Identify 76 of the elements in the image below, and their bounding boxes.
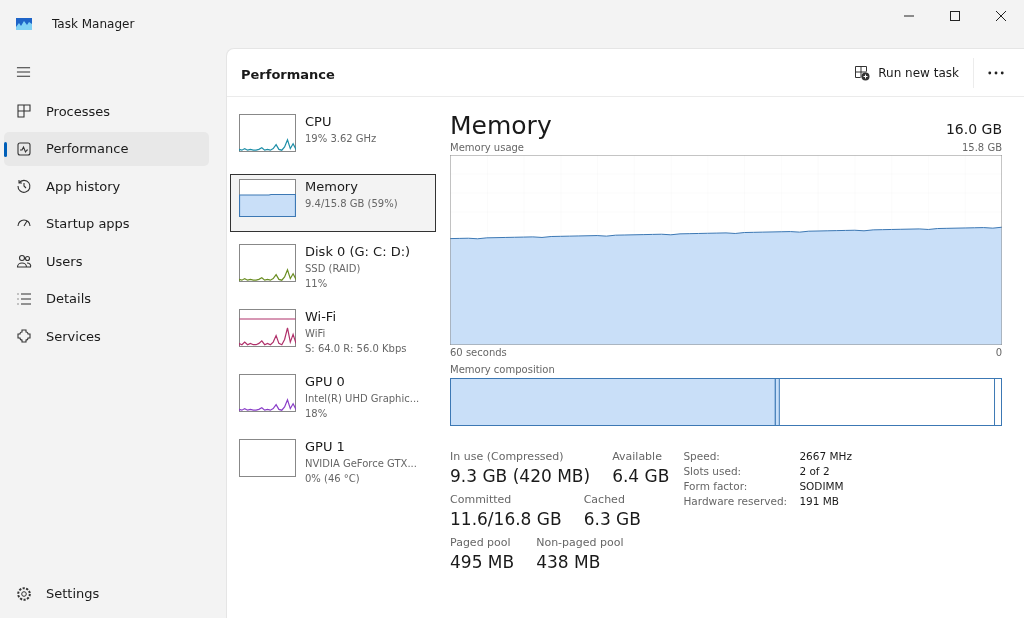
- sparkline-graph: [239, 309, 296, 347]
- stat-label: In use (Compressed): [450, 450, 565, 463]
- sparkline-graph: [239, 114, 296, 152]
- property-value: SODIMM: [799, 480, 845, 492]
- property-value: 2 of 2: [799, 465, 831, 477]
- device-stat: 18%: [305, 407, 328, 421]
- sparkline-graph: [239, 374, 296, 412]
- time-axis-end: 0: [995, 347, 1002, 358]
- property-value: 191 MB: [799, 495, 841, 507]
- menu-icon[interactable]: [16, 66, 31, 78]
- more-icon: [988, 70, 1004, 75]
- device-stat: WiFi: [305, 327, 326, 341]
- app-icon: [16, 18, 32, 30]
- device-name: Disk 0 (G: C: D:): [305, 243, 412, 261]
- device-name: GPU 1: [305, 438, 346, 456]
- chart-label: Memory composition: [450, 364, 555, 375]
- device-tile[interactable]: GPU 0 Intel(R) UHD Graphic... 18%: [230, 369, 436, 427]
- device-tile[interactable]: CPU 19% 3.62 GHz: [230, 109, 436, 167]
- stat-value: 6.3 GB: [583, 508, 641, 531]
- run-new-task-button[interactable]: Run new task: [848, 60, 965, 85]
- nav-item[interactable]: Users: [4, 244, 209, 278]
- nav-item[interactable]: Services: [4, 319, 209, 353]
- window-title: Task Manager: [52, 17, 135, 31]
- device-stat: S: 64.0 R: 56.0 Kbps: [305, 342, 407, 356]
- nav-item[interactable]: Startup apps: [4, 206, 209, 241]
- nav-item[interactable]: Performance: [4, 131, 209, 166]
- property-value: 2667 MHz: [799, 450, 852, 462]
- device-tile[interactable]: Disk 0 (G: C: D:) SSD (RAID) 11%: [230, 239, 436, 297]
- sparkline-graph: [239, 179, 296, 217]
- settings-icon: [16, 585, 32, 602]
- device-tile[interactable]: Wi-Fi WiFi S: 64.0 R: 56.0 Kbps: [230, 304, 436, 362]
- nav-item[interactable]: App history: [4, 169, 209, 203]
- stat-label: Committed: [450, 493, 513, 506]
- sparkline-graph: [239, 439, 296, 477]
- stat-label: Non-paged pool: [536, 536, 624, 549]
- device-stat: 11%: [305, 277, 328, 291]
- chart-label: Memory usage: [450, 142, 525, 153]
- nav-item[interactable]: Details: [4, 281, 209, 316]
- chart-max-label: 15.8 GB: [961, 142, 1002, 153]
- stat-value: 495 MB: [450, 551, 515, 574]
- history-icon: [16, 178, 32, 194]
- device-stat: 0% (46 °C): [305, 472, 360, 486]
- stat-label: Cached: [583, 493, 626, 506]
- stat-value: 6.4 GB: [612, 465, 670, 488]
- device-stat: 19% 3.62 GHz: [305, 132, 377, 146]
- property-label: Speed:: [683, 450, 721, 462]
- stat-value: 11.6/16.8 GB: [450, 508, 562, 531]
- device-name: GPU 0: [305, 373, 346, 391]
- device-tile[interactable]: GPU 1 NVIDIA GeForce GTX... 0% (46 °C): [230, 434, 436, 492]
- time-axis-start: 60 seconds: [450, 347, 507, 358]
- device-tile[interactable]: Memory 9.4/15.8 GB (59%): [230, 174, 436, 232]
- page-title: Performance: [241, 67, 335, 82]
- device-name: Memory: [305, 178, 359, 196]
- device-name: CPU: [305, 113, 333, 131]
- grid-icon: [16, 103, 32, 119]
- users-icon: [16, 253, 32, 269]
- stat-value: 9.3 GB (420 MB): [450, 465, 591, 488]
- new-task-icon: [854, 64, 871, 81]
- stat-label: Available: [612, 450, 663, 463]
- settings-item[interactable]: Settings: [4, 576, 209, 611]
- device-name: Wi-Fi: [305, 308, 337, 326]
- total-memory: 16.0 GB: [945, 121, 1002, 137]
- device-stat: Intel(R) UHD Graphic...: [305, 392, 420, 406]
- device-stat: NVIDIA GeForce GTX...: [305, 457, 417, 471]
- stat-label: Paged pool: [450, 536, 512, 549]
- property-label: Form factor:: [683, 480, 749, 492]
- property-label: Slots used:: [683, 465, 743, 477]
- stat-value: 438 MB: [536, 551, 602, 574]
- list-icon: [16, 290, 32, 307]
- device-stat: SSD (RAID): [305, 262, 361, 276]
- nav-item[interactable]: Processes: [4, 94, 209, 128]
- resource-title: Memory: [450, 111, 552, 140]
- property-label: Hardware reserved:: [683, 495, 789, 507]
- sparkline-graph: [239, 244, 296, 282]
- device-stat: 9.4/15.8 GB (59%): [305, 197, 398, 211]
- chart-icon: [16, 140, 32, 157]
